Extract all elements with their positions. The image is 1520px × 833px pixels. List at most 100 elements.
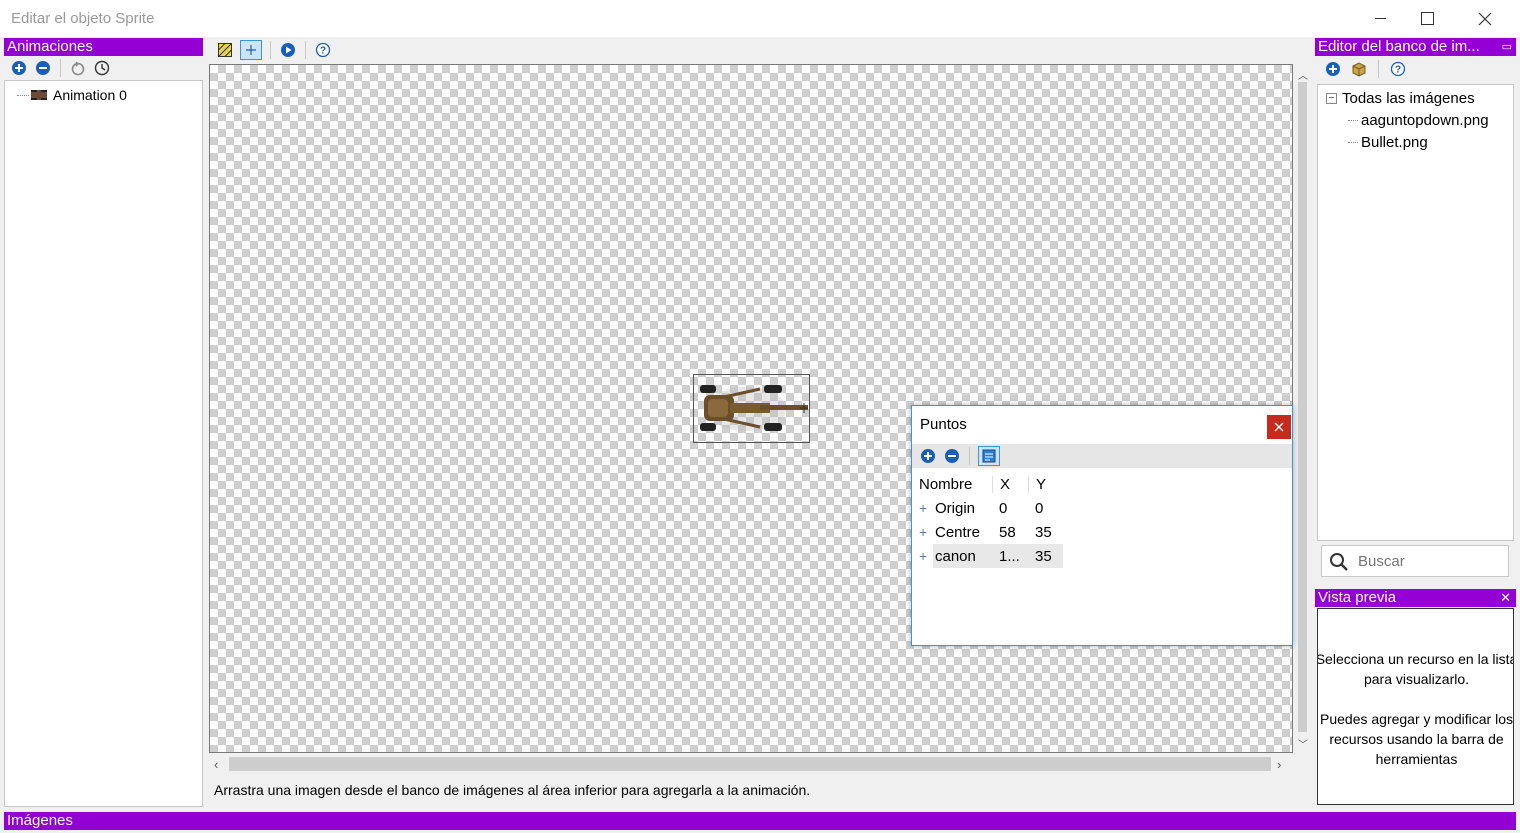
points-toolbar (912, 444, 1292, 468)
remove-animation-button[interactable] (34, 59, 52, 77)
window-title: Editar el objeto Sprite (11, 10, 155, 27)
point-y[interactable]: 35 (1028, 548, 1062, 565)
minus-circle-icon (945, 449, 959, 463)
table-header: Nombre X Y (912, 472, 1062, 496)
editor-toolbar: ? (210, 38, 1310, 62)
column-name-header[interactable]: Nombre (912, 476, 992, 493)
preview-help: Puedes agregar y modificar los recursos … (1320, 711, 1513, 767)
animations-header: Animaciones (4, 38, 203, 56)
tree-item-image[interactable]: Bullet.png (1348, 134, 1428, 151)
images-header: Imágenes (4, 812, 1516, 830)
image-bank-header: Editor del banco de im... ▭ (1315, 38, 1516, 56)
table-row[interactable]: + Origin 0 0 (912, 496, 1062, 520)
scroll-down-icon[interactable]: ﹀ (1298, 736, 1308, 751)
plus-circle-icon (12, 61, 26, 75)
minus-circle-icon (36, 61, 50, 75)
expand-icon[interactable]: + (919, 500, 935, 516)
point-y[interactable]: 0 (1028, 500, 1062, 517)
title-bar: Editar el objeto Sprite (0, 0, 1520, 37)
play-button[interactable] (279, 41, 297, 59)
point-y[interactable]: 35 (1028, 524, 1062, 541)
search-input[interactable] (1358, 550, 1503, 572)
plus-circle-icon (1326, 62, 1340, 76)
tree-item-animation[interactable]: Animation 0 (17, 86, 127, 104)
points-button[interactable] (240, 40, 262, 60)
svg-text:?: ? (1395, 65, 1401, 76)
plus-circle-icon (921, 449, 935, 463)
remove-point-button[interactable] (943, 447, 961, 465)
preview-message: Selecciona un recurso en la lista para v… (1317, 651, 1514, 687)
toolbar-separator (60, 59, 61, 77)
package-icon (1352, 62, 1366, 77)
open-library-button[interactable] (1350, 60, 1368, 78)
timing-button[interactable] (93, 59, 111, 77)
toolbar-separator (305, 41, 306, 59)
expand-icon[interactable]: + (919, 524, 935, 540)
crosshair-icon (246, 45, 256, 55)
help-icon: ? (315, 42, 331, 58)
add-image-button[interactable] (1324, 60, 1342, 78)
tree-root[interactable]: − Todas las imágenes (1326, 90, 1475, 107)
point-x[interactable]: 1... (992, 548, 1028, 565)
close-icon (1274, 422, 1284, 432)
close-icon[interactable]: ✕ (1500, 589, 1511, 607)
collapse-icon[interactable]: − (1326, 93, 1337, 104)
close-window-button[interactable] (1462, 0, 1508, 37)
minimize-button[interactable] (1357, 0, 1403, 37)
scroll-thumb[interactable] (1298, 82, 1307, 732)
scroll-left-icon[interactable]: ‹ (214, 757, 218, 772)
play-icon (281, 43, 295, 57)
point-x[interactable]: 0 (992, 500, 1028, 517)
help-button[interactable]: ? (314, 41, 332, 59)
help-button[interactable]: ? (1389, 60, 1407, 78)
points-table: Nombre X Y + Origin 0 0 + Centre 58 35 + ca… (912, 472, 1063, 568)
scroll-up-icon[interactable]: ︿ (1298, 67, 1308, 82)
image-name: aaguntopdown.png (1361, 112, 1489, 129)
column-y-header[interactable]: Y (1028, 475, 1062, 493)
canvas-hint: Arrastra una imagen desde el banco de im… (214, 782, 811, 798)
maximize-button[interactable] (1404, 0, 1450, 37)
help-icon: ? (1390, 61, 1406, 77)
search-icon (1330, 553, 1348, 571)
sprite-frame[interactable] (693, 374, 810, 443)
add-animation-button[interactable] (10, 59, 28, 77)
image-bank-toolbar: ? (1318, 58, 1514, 80)
point-name: canon (935, 547, 976, 565)
column-x-header[interactable]: X (992, 475, 1028, 493)
toolbar-separator (270, 41, 271, 59)
svg-text:?: ? (320, 46, 326, 57)
points-dialog-title: Puntos (920, 416, 967, 433)
vehicle-sprite (700, 385, 808, 431)
preview-header: Vista previa ✕ (1315, 589, 1516, 607)
close-points-dialog-button[interactable] (1267, 415, 1291, 439)
expand-icon[interactable]: + (919, 548, 935, 564)
tree-item-image[interactable]: aaguntopdown.png (1348, 112, 1489, 129)
scroll-thumb[interactable] (229, 757, 1271, 771)
tree-root-label: Todas las imágenes (1342, 90, 1475, 107)
loop-button[interactable] (69, 59, 87, 77)
table-row[interactable]: + canon 1... 35 (912, 544, 1063, 568)
table-row[interactable]: + Centre 58 35 (912, 520, 1062, 544)
point-x[interactable]: 58 (992, 524, 1028, 541)
search-box[interactable] (1321, 545, 1509, 577)
image-bank-tree: − Todas las imágenes aaguntopdown.png Bu… (1317, 84, 1514, 541)
preview-panel: Selecciona un recurso en la lista para v… (1317, 608, 1514, 805)
toolbar-separator (1378, 60, 1379, 78)
add-point-button[interactable] (919, 447, 937, 465)
image-name: Bullet.png (1361, 134, 1428, 151)
animations-toolbar (4, 56, 204, 80)
film-strip-icon (31, 90, 47, 100)
image-bank-title: Editor del banco de im... (1318, 38, 1480, 55)
clock-icon (94, 60, 110, 76)
points-dialog: Puntos Nombre X Y + Origin 0 0 + Centre 58… (911, 405, 1293, 646)
vertical-scrollbar[interactable]: ︿ ﹀ (1294, 64, 1311, 753)
frames-icon (982, 449, 996, 463)
horizontal-scrollbar[interactable]: ‹ › (209, 754, 1293, 774)
animations-tree: Animation 0 (4, 80, 203, 807)
apply-to-all-button[interactable] (978, 446, 1000, 466)
preview-title: Vista previa (1318, 589, 1397, 606)
toolbar-separator (969, 447, 970, 465)
scroll-right-icon[interactable]: › (1277, 757, 1281, 772)
restore-panel-icon[interactable]: ▭ (1502, 38, 1512, 56)
mask-button[interactable] (216, 41, 234, 59)
